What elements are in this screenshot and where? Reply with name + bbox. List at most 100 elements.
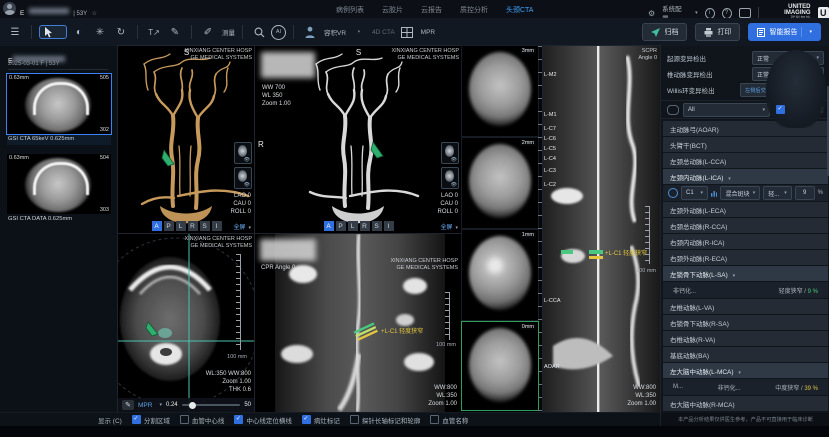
vessel-row-l-sa[interactable]: 左锁骨下动脉(L-SA) ▾ (663, 266, 828, 281)
slice-slider[interactable] (182, 404, 241, 406)
vessel-row-l-eca[interactable]: 左颈外动脉(L-ECA) (663, 202, 828, 217)
orient-i-button[interactable]: I (384, 221, 394, 231)
pencil-icon[interactable]: ✎ (166, 23, 184, 41)
vessel-row-l-va[interactable]: 左椎动脉(L-VA) (663, 299, 828, 314)
gear-icon[interactable]: ⚙ (648, 9, 655, 18)
vessel-row-l-mca[interactable]: 左大脑中动脉(L-MCA) ▾ (663, 363, 828, 378)
check-probe-contour[interactable]: 探针长轴标记和轮廓 (350, 415, 421, 425)
viewport-scpr[interactable]: SCPRAngle 0 L-M2 L-M1 L-C7 L-C6 L-C5 L-C… (543, 46, 660, 412)
vr-preset-thumb[interactable]: 👁 (234, 167, 252, 189)
check-centerline-crosshair[interactable]: 中心线定位横线 (234, 415, 292, 425)
vessel-filter-select[interactable]: All▾ (683, 103, 770, 117)
cross-section-thumb-active[interactable]: 0mm (462, 322, 538, 410)
fullscreen-control[interactable]: 全屏▾ (440, 216, 458, 234)
pencil-tool-icon[interactable]: ✎ (122, 400, 134, 410)
vr-preset-thumb[interactable]: 👁 (441, 142, 459, 164)
star-icon[interactable]: ☆ (92, 11, 97, 17)
vessel-row-r-cca[interactable]: 右颈总动脉(R-CCA) (663, 218, 828, 233)
stenosis-degree-select[interactable]: 轻...▾ (763, 186, 791, 200)
eye-icon[interactable]: 👁 (244, 182, 250, 188)
archive-button[interactable]: 归档 (642, 23, 687, 41)
eye-icon[interactable]: 👁 (451, 157, 457, 163)
info-icon[interactable]: i (705, 8, 715, 19)
cross-section-thumb[interactable]: 2mm (462, 138, 538, 228)
slider-knob[interactable] (189, 402, 196, 409)
vessel-row-r-sa[interactable]: 右锁骨下动脉(R-SA) (663, 315, 828, 330)
tab-4[interactable]: 质控分析 (460, 5, 488, 15)
viewport-axial[interactable]: XINXIANG CENTER HOSPGE MEDICAL SYSTEMS 1… (118, 234, 255, 412)
vessel-row-bct[interactable]: 头臂干(BCT) (663, 137, 828, 152)
vr-preset-thumb[interactable]: 👁 (441, 167, 459, 189)
show-all-vessels-checkbox[interactable] (776, 105, 785, 114)
eye-icon[interactable]: 👁 (244, 157, 250, 163)
tab-head-neck-cta[interactable]: 头颈CTA (506, 5, 533, 15)
orient-a-button[interactable]: A (152, 221, 162, 231)
measure-icon[interactable]: ✐ (199, 23, 217, 41)
orient-i-button[interactable]: I (212, 221, 222, 231)
vessel-filter-icon[interactable] (667, 105, 679, 115)
report-dropdown-icon[interactable]: ▾ (809, 29, 812, 35)
text-annotation-icon[interactable]: T↗ (145, 23, 163, 41)
smart-report-button[interactable]: 智能报告 ▾ (748, 23, 821, 41)
measure-label[interactable]: 测量 (222, 27, 235, 37)
orient-s-button[interactable]: S (372, 221, 382, 231)
window-level-icon[interactable]: ◐ (70, 23, 88, 41)
lesion-detail-l-sa[interactable]: 非钙化... 轻度狭窄 / 9 % (663, 282, 828, 298)
orient-p-button[interactable]: P (164, 221, 174, 231)
check-vessel-names[interactable]: 血管名称 (430, 415, 468, 425)
viewport-mip[interactable]: WW 700WL 350Zoom 1.00 S R XINXIANG CENTE… (255, 46, 462, 234)
tab-1[interactable]: 病例列表 (336, 5, 364, 15)
vessel-row-r-eca[interactable]: 右颈外动脉(R-ECA) (663, 250, 828, 265)
lesion-annotation[interactable]: +L-C1 轻度狭窄 (381, 326, 423, 335)
vessel-row-r-ica[interactable]: 右颈内动脉(R-ICA) (663, 234, 828, 249)
chevron-down-icon[interactable]: ▾ (695, 10, 698, 16)
series-card-2[interactable]: 0.63mm 504 303 GSI CTA DATA 0.625mm (7, 154, 111, 225)
help-icon[interactable]: ? (722, 8, 732, 19)
cross-section-thumb[interactable]: 3mm (462, 46, 538, 136)
orient-s-button[interactable]: S (200, 221, 210, 231)
tab-3[interactable]: 云报告 (421, 5, 442, 15)
mpr-mode-dropdown-icon[interactable]: ▾ (159, 402, 162, 408)
enhance-icon[interactable]: ✳ (91, 23, 109, 41)
cursor-tool-icon[interactable] (39, 25, 67, 39)
rotate-icon[interactable]: ↻ (112, 23, 130, 41)
volume-vr-icon[interactable] (301, 23, 319, 41)
vr-preset-thumb[interactable]: 👁 (234, 142, 252, 164)
fullscreen-control[interactable]: 全屏▾ (233, 216, 251, 234)
series-card-1[interactable]: 0.63mm 505 302 GSI CTA 65keV 0.625mm (7, 74, 111, 145)
check-lesion-marks[interactable]: 病灶标记 (302, 415, 340, 425)
check-segmentation[interactable]: 分割区域 (132, 415, 170, 425)
magnifier-icon[interactable] (250, 23, 268, 41)
print-button[interactable]: 打印 (695, 23, 740, 41)
orient-r-button[interactable]: R (360, 221, 370, 231)
mpr-label[interactable]: MPR (421, 29, 435, 36)
message-icon[interactable] (739, 8, 752, 18)
orient-p-button[interactable]: P (336, 221, 346, 231)
eye-icon[interactable]: 👁 (451, 182, 457, 188)
target-icon[interactable] (668, 188, 678, 198)
check-centerline[interactable]: 血管中心线 (180, 415, 225, 425)
orient-l-button[interactable]: L (348, 221, 358, 231)
viewport-cpr[interactable]: CPR Angle 0 XINXIANG CENTER HOSPGE MEDIC… (255, 234, 462, 412)
stenosis-value-input[interactable]: 9 (795, 186, 815, 200)
cta-4d-icon[interactable]: ◔ (349, 23, 367, 41)
series-thumbnail[interactable]: 0.63mm 504 303 (7, 154, 111, 214)
mpr-layout-icon[interactable] (398, 23, 416, 41)
cross-section-thumb[interactable]: 1mm (462, 230, 538, 320)
vessel-row-l-ica[interactable]: 左颈内动脉(L-ICA) ▾ (663, 169, 828, 184)
vessel-row-r-mca[interactable]: 右大脑中动脉(R-MCA) (663, 396, 828, 411)
lesion-annotation[interactable]: +L-C1 轻度狭窄 (605, 248, 647, 257)
plaque-type-select[interactable]: 混合斑块▾ (720, 186, 760, 200)
bar-chart-icon[interactable] (711, 189, 717, 198)
series-thumbnail[interactable]: 0.63mm 505 302 (7, 74, 111, 134)
mpr-mode-label[interactable]: MPR (138, 402, 152, 409)
orient-l-button[interactable]: L (176, 221, 186, 231)
vessel-row-l-cca[interactable]: 左颈总动脉(L-CCA) (663, 153, 828, 168)
orient-a-button[interactable]: A (324, 221, 334, 231)
viewport-vr[interactable]: S XINXIANG CENTER HOSPGE MEDICAL SYSTEMS… (118, 46, 255, 234)
segment-select[interactable]: C1▾ (681, 186, 708, 200)
layout-list-icon[interactable]: ☰ (6, 23, 24, 41)
vessel-row-ba[interactable]: 基底动脉(BA) (663, 347, 828, 362)
ai-icon[interactable]: AI (271, 25, 286, 40)
tab-2[interactable]: 云胶片 (382, 5, 403, 15)
